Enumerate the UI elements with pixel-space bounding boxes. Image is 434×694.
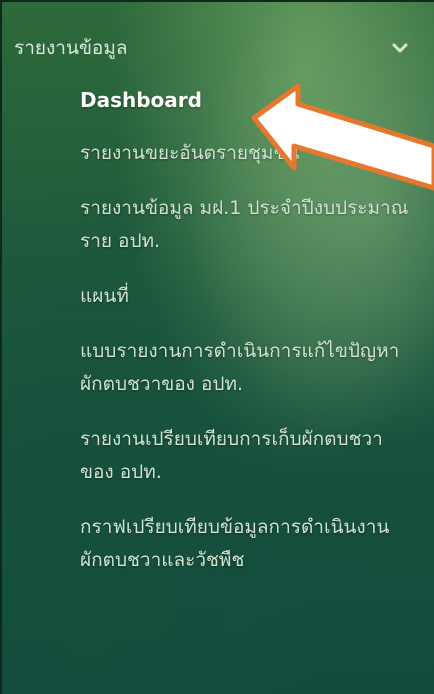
menu-header-reports[interactable]: รายงานข้อมูล [14, 30, 414, 66]
menu-item-map[interactable]: แผนที่ [80, 280, 410, 313]
menu-item-water-hyacinth-form[interactable]: แบบรายงานการดำเนินการแก้ไขปัญหาผักตบชวาข… [80, 335, 410, 401]
menu-item-water-hyacinth-compare[interactable]: รายงานเปรียบเทียบการเก็บผักตบชวาของ อปท. [80, 423, 410, 489]
menu-item-water-hyacinth-graph[interactable]: กราฟเปรียบเทียบข้อมูลการดำเนินงานผักตบชว… [80, 511, 410, 577]
arrow-left-icon [251, 83, 434, 191]
chevron-down-icon[interactable] [386, 38, 414, 58]
menu-header-label: รายงานข้อมูล [14, 37, 128, 59]
